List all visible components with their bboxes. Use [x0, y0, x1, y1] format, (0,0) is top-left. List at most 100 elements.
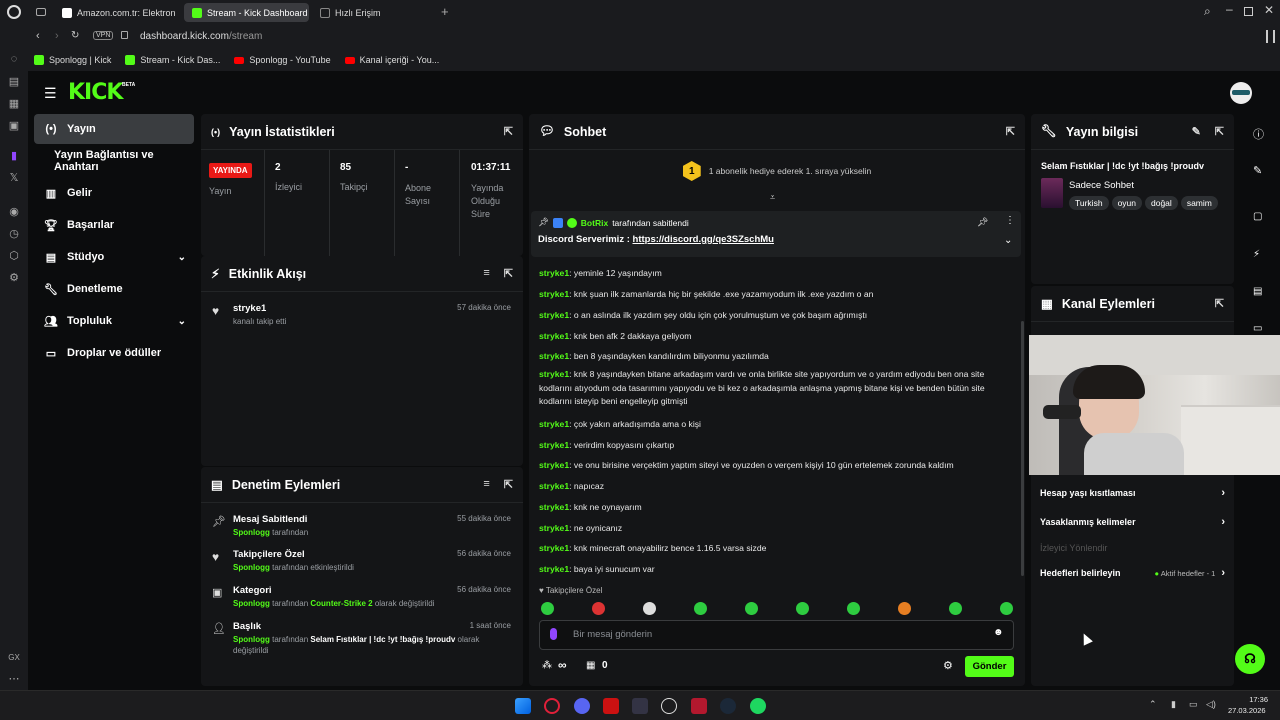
- emote-icon[interactable]: [1000, 602, 1013, 615]
- tab-amazon[interactable]: Amazon.com.tr: Elektronik: [54, 3, 176, 22]
- edit-icon[interactable]: ✎: [1192, 125, 1201, 138]
- popout-icon[interactable]: ⇱: [504, 478, 513, 491]
- bookmark-sponlogg-kick[interactable]: Sponlogg | Kick: [34, 55, 111, 65]
- chat-input[interactable]: Bir mesaj gönderin ☻: [539, 620, 1014, 650]
- unpin-icon[interactable]: 📌︎: [977, 217, 988, 228]
- history-icon[interactable]: ◷: [7, 227, 21, 241]
- bolt-icon[interactable]: ⚡︎: [1253, 249, 1260, 260]
- support-button[interactable]: ☊: [1235, 644, 1265, 674]
- collapse-icon[interactable]: ⩡: [770, 192, 775, 203]
- chat-bubble-icon[interactable]: ▭: [1253, 323, 1262, 334]
- nav-item-yayin[interactable]: (•) Yayın: [34, 114, 194, 144]
- chat-username[interactable]: stryke1: [539, 502, 569, 512]
- bookmark-stream-kick[interactable]: Stream - Kick Das...: [125, 55, 220, 65]
- new-tab-icon[interactable]: +: [441, 4, 449, 19]
- nav-item-gelir[interactable]: ▥ Gelir: [34, 178, 194, 208]
- chat-username[interactable]: stryke1: [539, 351, 569, 361]
- x-twitter-icon[interactable]: 𝕏: [7, 171, 21, 185]
- ai-icon[interactable]: ▣: [7, 119, 21, 133]
- chat-username[interactable]: stryke1: [539, 310, 569, 320]
- chat-username[interactable]: stryke1: [539, 543, 569, 553]
- settings-icon[interactable]: ⚙: [7, 271, 21, 285]
- obs-video-icon[interactable]: [603, 698, 619, 714]
- reload-icon[interactable]: ↻: [71, 30, 79, 41]
- pinned-message[interactable]: 📌︎ BotRix tarafından sabitlendi Discord …: [531, 211, 1021, 257]
- news-icon[interactable]: ▦: [7, 97, 21, 111]
- aria-icon[interactable]: ◌: [7, 52, 21, 66]
- kick-points-icon[interactable]: ⁂: [542, 660, 552, 671]
- sub-goal-banner[interactable]: 1 1 abonelik hediye ederek 1. sıraya yük…: [529, 158, 1025, 184]
- crypto-wallet-icon[interactable]: ▤: [7, 75, 21, 89]
- extensions-icon[interactable]: ⬡: [7, 249, 21, 263]
- kick-logo[interactable]: KICK: [68, 80, 123, 105]
- file-explorer-icon[interactable]: [632, 698, 648, 714]
- tab-quick-access[interactable]: Hızlı Erişim: [312, 3, 402, 22]
- steam-icon[interactable]: [720, 698, 736, 714]
- popout-icon[interactable]: ⇱: [1215, 297, 1224, 310]
- more-icon[interactable]: ⋯: [7, 672, 21, 686]
- url-field[interactable]: dashboard.kick.com/stream: [140, 31, 262, 42]
- chat-username[interactable]: stryke1: [539, 481, 569, 491]
- chat-username[interactable]: stryke1: [539, 369, 569, 379]
- filter-icon[interactable]: ≡: [483, 478, 489, 491]
- nav-item-denetleme[interactable]: 🔧︎ Denetleme: [34, 274, 194, 304]
- volume-icon[interactable]: ◁): [1206, 699, 1216, 710]
- emote-icon[interactable]: [949, 602, 962, 615]
- set-goals-row[interactable]: Hedefleri belirleyin ● Aktif hedefler - …: [1040, 567, 1225, 579]
- chat-settings-icon[interactable]: ⚙: [943, 659, 953, 672]
- clock-time[interactable]: 17:36: [1244, 695, 1268, 704]
- send-button[interactable]: Gönder: [965, 656, 1014, 677]
- emote-icon[interactable]: [796, 602, 809, 615]
- chat-scrollbar[interactable]: [1021, 321, 1024, 576]
- chat-username[interactable]: stryke1: [539, 523, 569, 533]
- more-options-icon[interactable]: ⋮: [1005, 215, 1015, 226]
- obs-icon[interactable]: [661, 698, 677, 714]
- avatar[interactable]: [1230, 82, 1252, 104]
- emoji-icon[interactable]: ☻: [993, 627, 1004, 638]
- pinned-link[interactable]: https://discord.gg/qe3SZschMu: [633, 234, 774, 245]
- maximize-icon[interactable]: [1244, 7, 1253, 16]
- nav-item-basarilar[interactable]: 🏆︎ Başarılar: [34, 210, 194, 240]
- opera-gx-taskbar-icon[interactable]: [544, 698, 560, 714]
- mod-user[interactable]: Sponlogg: [233, 599, 270, 608]
- mic-tray-icon[interactable]: ▮: [1171, 699, 1176, 710]
- popout-icon[interactable]: ⇱: [504, 125, 513, 138]
- clock-date[interactable]: 27.03.2026: [1228, 706, 1266, 715]
- clip-icon[interactable]: ▢: [1253, 211, 1262, 222]
- chat-username[interactable]: stryke1: [539, 331, 569, 341]
- filter-icon[interactable]: ≡: [483, 267, 489, 280]
- bookmark-sponlogg-youtube[interactable]: Sponlogg - YouTube: [234, 55, 331, 65]
- tag[interactable]: oyun: [1111, 196, 1142, 210]
- sidebar-toggle-icon[interactable]: [1266, 30, 1275, 43]
- mod-user[interactable]: Sponlogg: [233, 563, 270, 572]
- chat-username[interactable]: stryke1: [539, 419, 569, 429]
- player-icon[interactable]: ◉: [7, 205, 21, 219]
- mod-user[interactable]: Sponlogg: [233, 635, 270, 644]
- nav-item-studyo[interactable]: ▤ Stüdyo ⌄: [34, 242, 194, 272]
- emote-icon[interactable]: [745, 602, 758, 615]
- emote-icon[interactable]: [694, 602, 707, 615]
- tab-overview-icon[interactable]: [36, 8, 46, 16]
- info-icon[interactable]: ⓘ: [1253, 126, 1264, 142]
- tag[interactable]: Turkish: [1069, 196, 1109, 210]
- popout-icon[interactable]: ⇱: [504, 267, 513, 280]
- forward-icon[interactable]: ›: [55, 30, 59, 42]
- tag[interactable]: samim: [1180, 196, 1218, 210]
- chevron-down-icon[interactable]: ⌄: [1004, 235, 1012, 246]
- opera-logo-icon[interactable]: [7, 5, 21, 19]
- nav-item-droplar[interactable]: ▭ Droplar ve ödüller: [34, 338, 194, 368]
- back-icon[interactable]: ‹: [36, 30, 40, 42]
- emote-icon[interactable]: [541, 602, 554, 615]
- search-icon[interactable]: ⌕: [1204, 4, 1211, 19]
- nav-item-topluluk[interactable]: 👥︎ Topluluk ⌄: [34, 306, 194, 336]
- popout-icon[interactable]: ⇱: [1215, 125, 1224, 138]
- discord-icon[interactable]: [574, 698, 590, 714]
- popout-icon[interactable]: ⇱: [1006, 125, 1015, 138]
- activity-user[interactable]: stryke1: [233, 303, 266, 314]
- banned-words-row[interactable]: Yasaklanmış kelimeler ›: [1040, 516, 1225, 528]
- mod-user[interactable]: Sponlogg: [233, 528, 270, 537]
- tag[interactable]: doğal: [1145, 196, 1178, 210]
- chat-username[interactable]: stryke1: [539, 564, 569, 574]
- gx-icon[interactable]: GX: [7, 651, 21, 665]
- hamburger-menu-icon[interactable]: ☰: [44, 85, 57, 102]
